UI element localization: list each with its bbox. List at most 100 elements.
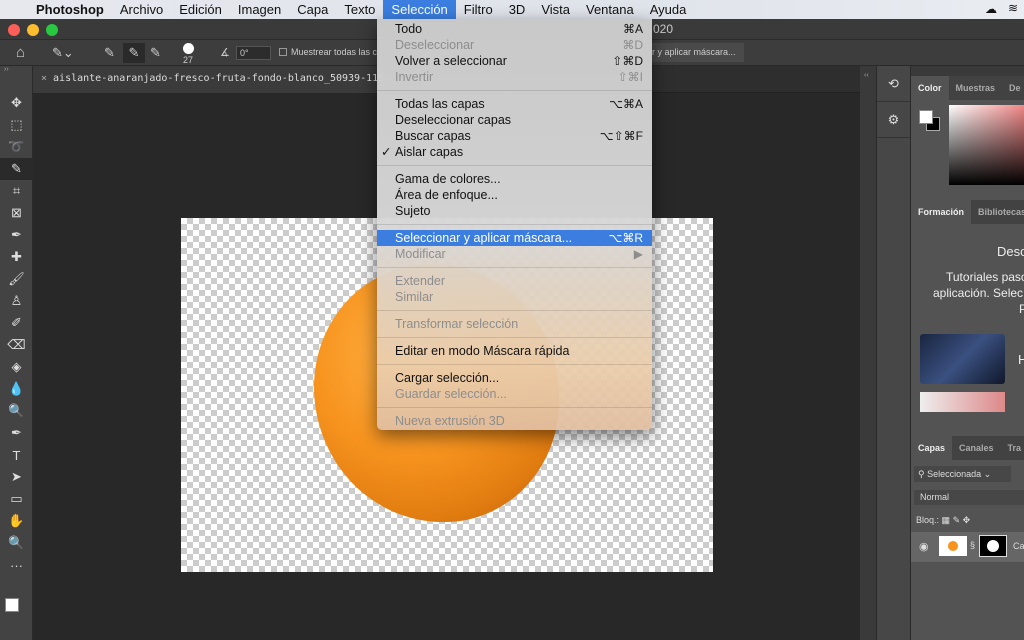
brush-icon[interactable]: 🖌: [0, 268, 33, 290]
healing-icon[interactable]: ✚: [0, 246, 33, 268]
menu-separator: [377, 305, 652, 316]
tab-degradados[interactable]: De: [1002, 76, 1024, 100]
menu-item[interactable]: Gama de colores...: [377, 171, 652, 187]
layers-panel: ⚲ Seleccionada ⌄ Normal Bloq.: ▦ ✎ ✥ ◉ §…: [911, 460, 1024, 640]
tab-trazados[interactable]: Tra: [1001, 436, 1024, 460]
more-icon[interactable]: ···: [0, 554, 33, 576]
add-selection-icon[interactable]: ✎: [123, 43, 145, 63]
tutorial-thumbnail[interactable]: [920, 334, 1005, 384]
lock-position-icon[interactable]: ✥: [963, 515, 971, 525]
tab-canales[interactable]: Canales: [952, 436, 1001, 460]
sample-all-checkbox[interactable]: [279, 48, 287, 56]
menu-separator: [377, 219, 652, 230]
close-tab-icon[interactable]: ×: [41, 73, 47, 84]
menu-filtro[interactable]: Filtro: [456, 0, 501, 19]
menu-item[interactable]: Sujeto: [377, 203, 652, 219]
menu-photoshop[interactable]: Photoshop: [28, 0, 112, 19]
layer-name[interactable]: Ca: [1013, 541, 1024, 551]
menu-vista[interactable]: Vista: [533, 0, 578, 19]
menu-item[interactable]: Seleccionar y aplicar máscara... ⌥⌘R: [377, 230, 652, 246]
menu-3d[interactable]: 3D: [501, 0, 534, 19]
pen-icon[interactable]: ✒: [0, 422, 33, 444]
menu-item-label: Seleccionar y aplicar máscara...: [395, 231, 573, 245]
foreground-swatch[interactable]: [919, 110, 933, 124]
menu-item-label: Modificar: [395, 247, 446, 261]
menu-item[interactable]: Todas las capas ⌥⌘A: [377, 96, 652, 112]
wifi-icon[interactable]: ≋: [1008, 1, 1018, 15]
type-icon[interactable]: T: [0, 444, 33, 466]
minimize-window-button[interactable]: [27, 24, 39, 36]
panel-divider[interactable]: ‹‹: [860, 66, 876, 640]
stamp-icon[interactable]: ♙: [0, 290, 33, 312]
new-selection-icon[interactable]: ✎: [104, 45, 115, 61]
menu-ventana[interactable]: Ventana: [578, 0, 642, 19]
menu-edicion[interactable]: Edición: [171, 0, 230, 19]
zoom-window-button[interactable]: [46, 24, 58, 36]
layer-mask-thumbnail[interactable]: [979, 535, 1007, 557]
tutorial-title[interactable]: H: [1018, 352, 1024, 367]
menu-ayuda[interactable]: Ayuda: [642, 0, 695, 19]
creative-cloud-icon[interactable]: ☁: [985, 2, 997, 16]
layer-filter-select[interactable]: ⚲ Seleccionada ⌄: [914, 466, 1011, 482]
angle-input[interactable]: 0°: [236, 46, 271, 60]
menu-texto[interactable]: Texto: [336, 0, 383, 19]
lasso-icon[interactable]: ➰: [0, 136, 33, 158]
collapse-panels-icon[interactable]: ‹‹: [860, 72, 869, 79]
menu-item[interactable]: Editar en modo Máscara rápida: [377, 343, 652, 359]
apple-icon[interactable]: [0, 0, 28, 19]
tutorial-thumbnail[interactable]: [920, 392, 1005, 412]
visibility-eye-icon[interactable]: ◉: [919, 540, 929, 553]
menu-capa[interactable]: Capa: [289, 0, 336, 19]
tool-preset-icon[interactable]: ✎⌄: [52, 45, 74, 61]
close-window-button[interactable]: [8, 24, 20, 36]
subtract-selection-icon[interactable]: ✎: [150, 45, 161, 61]
blend-mode-select[interactable]: Normal: [914, 490, 1024, 505]
crop-icon[interactable]: ⌗: [0, 180, 33, 202]
color-picker-field[interactable]: [949, 105, 1024, 185]
quick-selection-icon[interactable]: ✎: [0, 158, 33, 180]
menu-item[interactable]: Todo ⌘A: [377, 21, 652, 37]
dodge-icon[interactable]: 🔍: [0, 400, 33, 422]
menu-item-label: Guardar selección...: [395, 387, 507, 401]
foreground-color-swatch[interactable]: [5, 598, 19, 612]
document-tab[interactable]: × aislante-anaranjado-fresco-fruta-fondo-…: [33, 66, 383, 93]
menu-imagen[interactable]: Imagen: [230, 0, 289, 19]
tab-bibliotecas[interactable]: Bibliotecas: [971, 200, 1024, 224]
lock-transparency-icon[interactable]: ▦: [942, 515, 951, 525]
paint-bucket-icon[interactable]: ◈: [0, 356, 33, 378]
layer-thumbnail: [939, 536, 967, 556]
move-icon[interactable]: ✥: [0, 92, 33, 114]
history-brush-icon[interactable]: ✐: [0, 312, 33, 334]
eyedropper-icon[interactable]: ✒: [0, 224, 33, 246]
menu-seleccion[interactable]: Selección: [383, 0, 456, 19]
menu-item[interactable]: Buscar capas ⌥⇧⌘F: [377, 128, 652, 144]
home-icon[interactable]: ⌂: [16, 44, 25, 61]
select-and-mask-button[interactable]: r y aplicar máscara...: [652, 43, 744, 62]
layer-row[interactable]: ◉ § Ca: [911, 532, 1024, 562]
menu-item[interactable]: Cargar selección...: [377, 370, 652, 386]
menu-item[interactable]: Deseleccionar capas: [377, 112, 652, 128]
marquee-icon[interactable]: ⬚: [0, 114, 33, 136]
menu-item[interactable]: Volver a seleccionar ⇧⌘D: [377, 53, 652, 69]
menu-archivo[interactable]: Archivo: [112, 0, 171, 19]
tab-formacion[interactable]: Formación: [911, 200, 972, 224]
hand-icon[interactable]: ✋: [0, 510, 33, 532]
link-icon[interactable]: §: [970, 540, 975, 550]
tab-color[interactable]: Color: [911, 76, 949, 100]
history-icon[interactable]: ⟲: [877, 66, 910, 102]
collapse-icon[interactable]: ››: [0, 66, 32, 76]
brush-preview-icon[interactable]: [183, 43, 194, 54]
menu-item[interactable]: Área de enfoque...: [377, 187, 652, 203]
rectangle-icon[interactable]: ▭: [0, 488, 33, 510]
zoom-icon[interactable]: 🔍: [0, 532, 33, 554]
frame-icon[interactable]: ⊠: [0, 202, 33, 224]
tab-muestras[interactable]: Muestras: [949, 76, 1003, 100]
menu-item[interactable]: ✓ Aislar capas: [377, 144, 652, 160]
lock-paint-icon[interactable]: ✎: [953, 515, 961, 525]
blur-icon[interactable]: 💧: [0, 378, 33, 400]
path-selection-icon[interactable]: ➤: [0, 466, 33, 488]
eraser-icon[interactable]: ⌫: [0, 334, 33, 356]
menu-item-label: Buscar capas: [395, 129, 471, 143]
properties-icon[interactable]: ⚙: [877, 102, 910, 138]
tab-capas[interactable]: Capas: [911, 436, 953, 460]
